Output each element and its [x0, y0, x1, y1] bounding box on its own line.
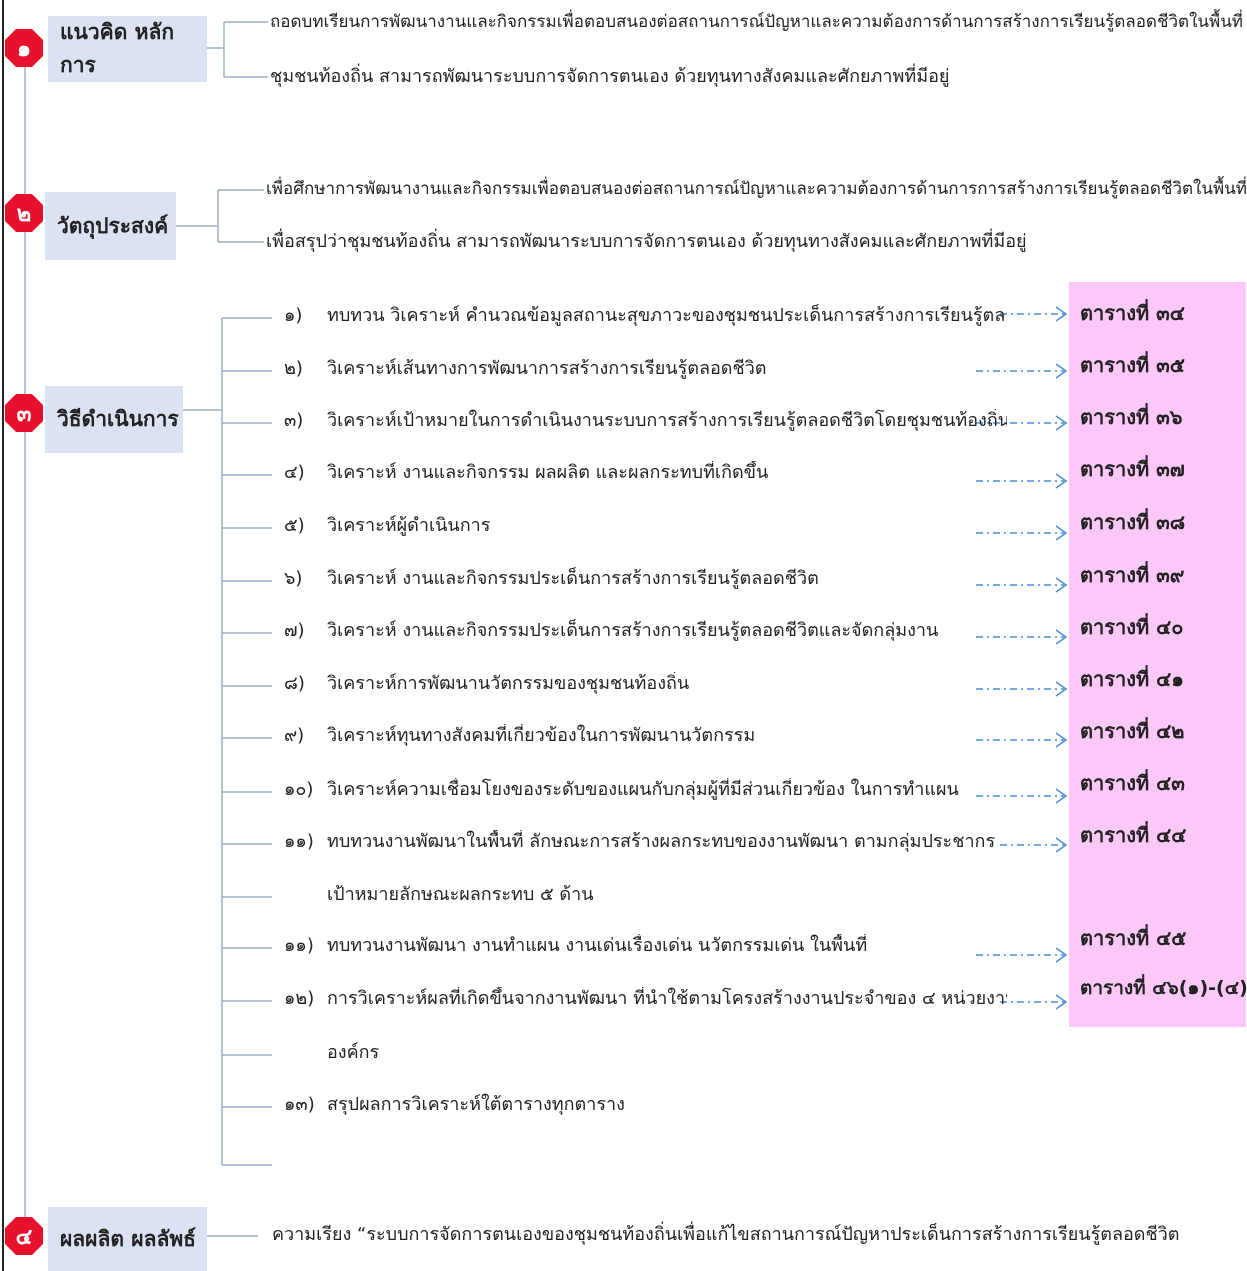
method-step-text: องค์กร — [327, 1042, 380, 1063]
dashed-arrow — [976, 629, 1068, 645]
section-2-number: ๒ — [16, 201, 32, 227]
table-reference: ตารางที่ ๓๘ — [1080, 510, 1186, 534]
method-step-index: ๑๓) — [284, 1094, 315, 1115]
method-step-text: ทบทวน วิเคราะห์ คำนวณข้อมูลสถานะสุขภาวะข… — [327, 305, 1007, 326]
method-step-index: ๑๒) — [284, 988, 315, 1009]
section-1-title: แนวคิด หลักการ — [48, 16, 207, 82]
dashed-arrow — [976, 577, 1068, 593]
method-step-text: วิเคราะห์ งานและกิจกรรมประเด็นการสร้างกา… — [327, 568, 819, 589]
dashed-arrow — [1000, 837, 1068, 853]
method-step-index: ๒) — [284, 358, 303, 379]
dashed-arrow — [976, 947, 1068, 963]
method-step-index: ๘) — [284, 673, 305, 694]
dashed-arrow — [976, 525, 1068, 541]
table-reference: ตารางที่ ๔๐ — [1080, 615, 1184, 639]
method-step-text: วิเคราะห์ทุนทางสังคมที่เกี่ยวข้องในการพั… — [327, 725, 756, 746]
method-step-index: ๖) — [284, 568, 303, 589]
dashed-arrow — [1000, 994, 1068, 1010]
table-reference-panel — [1069, 282, 1246, 1027]
table-reference: ตารางที่ ๓๗ — [1080, 457, 1185, 481]
method-step-text: วิเคราะห์การพัฒนานวัตกรรมของชุมชนท้องถิ่… — [327, 673, 690, 694]
concept-line-1: ถอดบทเรียนการพัฒนางานและกิจกรรมเพื่อตอบส… — [270, 12, 1244, 32]
table-reference: ตารางที่ ๔๓ — [1080, 771, 1185, 795]
dashed-arrow — [976, 363, 1068, 379]
section-4-title: ผลผลิต ผลลัพธ์ — [48, 1207, 207, 1271]
section-4-number: ๔ — [15, 1224, 33, 1250]
table-reference: ตารางที่ ๓๖ — [1080, 405, 1183, 429]
section-3-badge: ๓ — [4, 393, 44, 433]
table-reference: ตารางที่ ๓๙ — [1080, 563, 1185, 587]
dashed-arrow — [976, 732, 1068, 748]
dashed-arrow — [976, 681, 1068, 697]
table-reference: ตารางที่ ๔๔ — [1080, 823, 1187, 847]
method-step-text: วิเคราะห์เส้นทางการพัฒนาการสร้างการเรียน… — [327, 358, 767, 379]
objective-line-2: เพื่อสรุปว่าชุมชนท้องถิ่น สามารถพัฒนาระบ… — [266, 231, 1027, 252]
objective-line-1: เพื่อศึกษาการพัฒนางานและกิจกรรมเพื่อตอบส… — [266, 179, 1247, 199]
method-step-text: วิเคราะห์เป้าหมายในการดำเนินงานระบบการสร… — [327, 410, 1007, 431]
section-4-badge: ๔ — [4, 1216, 44, 1256]
method-step-index: ๙) — [284, 725, 305, 746]
method-step-index: ๔) — [284, 462, 305, 483]
section-2-badge: ๒ — [4, 193, 44, 233]
method-step-index: ๑) — [284, 305, 303, 326]
section-3-number: ๓ — [16, 401, 32, 427]
output-line: ความเรียง “ระบบการจัดการตนเองของชุมชนท้อ… — [272, 1224, 1180, 1245]
concept-line-2: ชุมชนท้องถิ่น สามารถพัฒนาระบบการจัดการตน… — [270, 66, 950, 87]
table-reference: ตารางที่ ๔๕ — [1080, 926, 1187, 950]
dashed-arrow — [976, 788, 1068, 804]
table-reference: ตารางที่ ๔๑ — [1080, 667, 1184, 691]
method-step-text: วิเคราะห์ งานและกิจกรรม ผลผลิต และผลกระท… — [327, 462, 769, 483]
method-step-index: ๓) — [284, 410, 304, 431]
method-step-index: ๑๑) — [284, 831, 314, 852]
dashed-arrow — [1000, 306, 1068, 322]
section-2-title: วัตถุประสงค์ — [45, 192, 176, 260]
method-step-index: ๕) — [284, 515, 305, 536]
section-3-title: วิธีดำเนินการ — [45, 386, 183, 453]
method-step-text: วิเคราะห์ความเชื่อมโยงของระดับของแผนกับก… — [327, 779, 959, 800]
diagram: ๑ แนวคิด หลักการ ๒ วัตถุประสงค์ ๓ วิธีดำ… — [0, 0, 1247, 1271]
table-reference: ตารางที่ ๔๒ — [1080, 719, 1185, 743]
method-step-text: วิเคราะห์ผู้ดำเนินการ — [327, 515, 491, 536]
section-1-number: ๑ — [17, 36, 31, 62]
dashed-arrow — [976, 473, 1068, 489]
method-step-index: ๑๑) — [284, 935, 314, 956]
method-step-text: ทบทวนงานพัฒนาในพื้นที่ ลักษณะการสร้างผลก… — [327, 831, 996, 852]
method-step-text: วิเคราะห์ งานและกิจกรรมประเด็นการสร้างกา… — [327, 620, 939, 641]
section-1-badge: ๑ — [4, 28, 44, 68]
method-step-text: การวิเคราะห์ผลที่เกิดขึ้นจากงานพัฒนา ที่… — [327, 988, 1007, 1009]
method-step-text: สรุปผลการวิเคราะห์ใต้ตารางทุกตาราง — [327, 1094, 625, 1115]
table-reference: ตารางที่ ๓๕ — [1080, 353, 1185, 377]
method-step-index: ๗) — [284, 620, 305, 641]
method-step-text: ทบทวนงานพัฒนา งานทำแผน งานเด่นเรื่องเด่น… — [327, 935, 868, 956]
table-reference: ตารางที่ ๓๔ — [1080, 301, 1185, 325]
method-step-text: เป้าหมายลักษณะผลกระทบ ๕ ด้าน — [327, 884, 594, 905]
table-reference: ตารางที่ ๔๖(๑)-(๔) — [1080, 977, 1247, 999]
method-step-index: ๑๐) — [284, 779, 314, 800]
